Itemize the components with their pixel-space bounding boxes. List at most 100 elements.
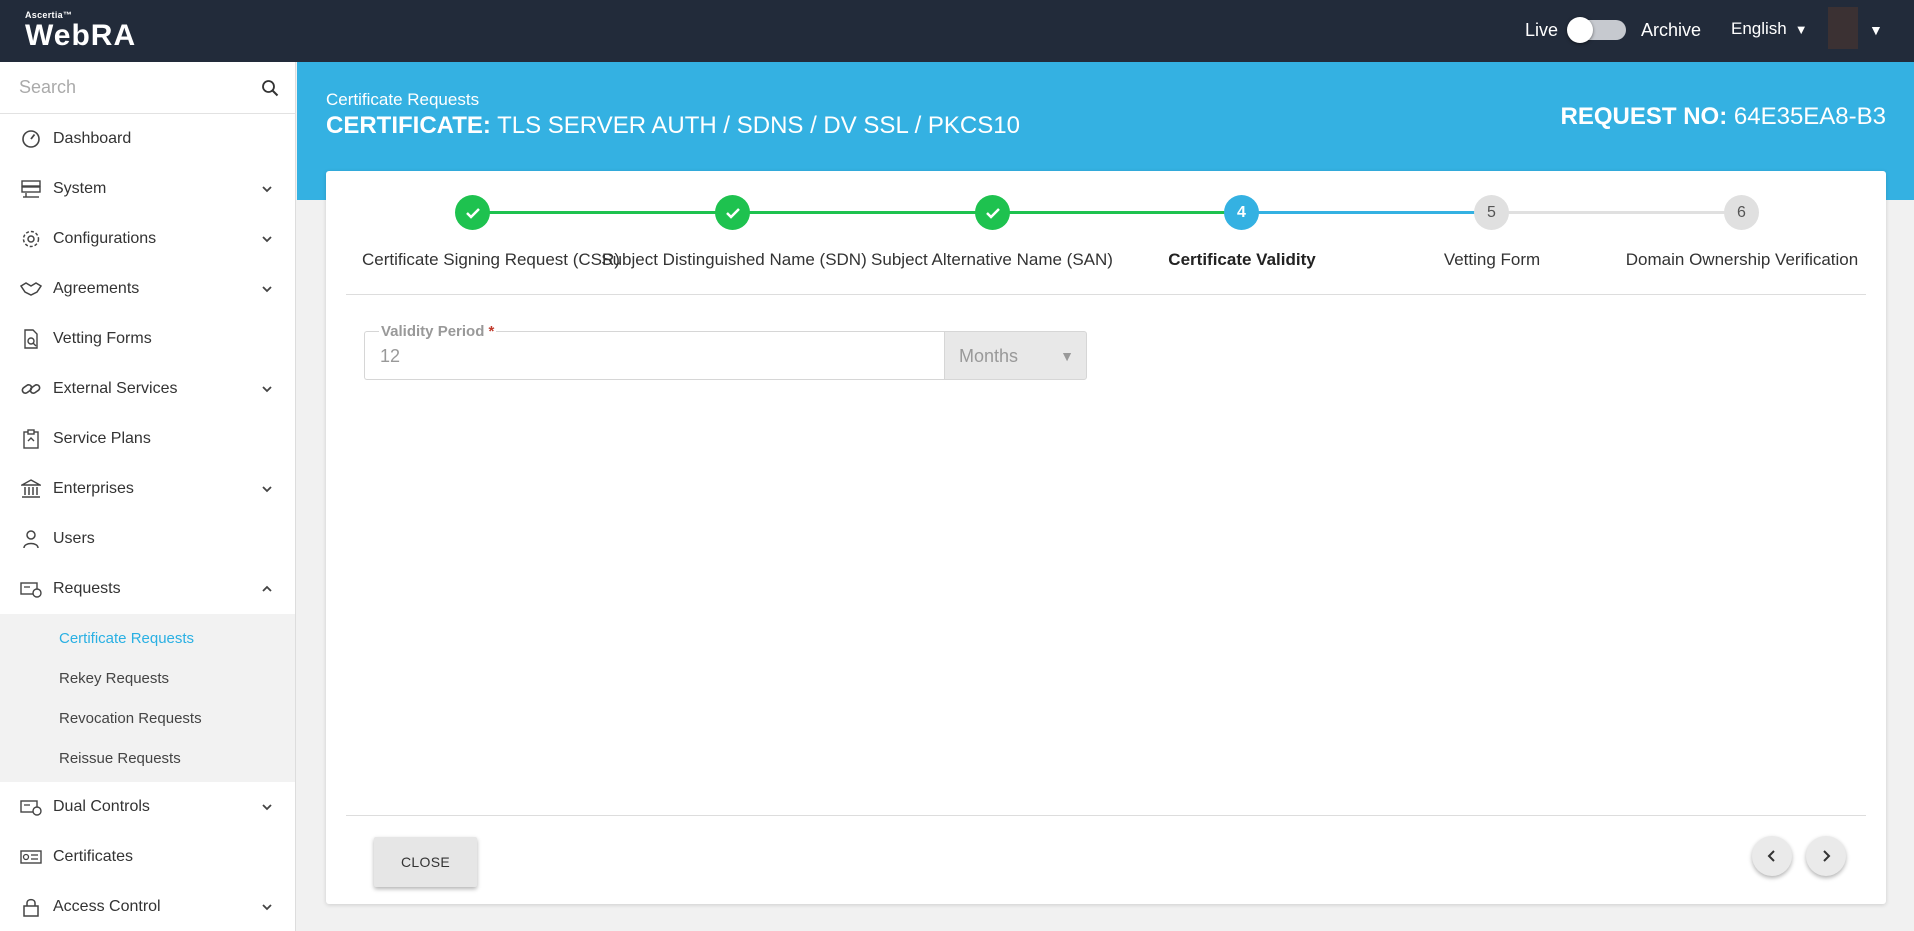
check-icon: [465, 207, 480, 219]
step-6-circle[interactable]: 6: [1724, 195, 1759, 230]
sidebar-item-label: Configurations: [53, 230, 157, 247]
sidebar-item-configurations[interactable]: Configurations: [0, 214, 295, 264]
chevron-down-icon: [262, 804, 272, 811]
breadcrumb[interactable]: Certificate Requests: [326, 90, 479, 110]
step-4-label: Certificate Validity: [1168, 250, 1316, 269]
language-selector[interactable]: English ▼: [1731, 19, 1808, 39]
sidebar-item-label: Vetting Forms: [53, 330, 152, 347]
sidebar-item-access-control[interactable]: Access Control: [0, 882, 295, 931]
language-label: English: [1731, 19, 1787, 38]
required-asterisk: *: [488, 323, 495, 340]
sidebar-item-label: Users: [53, 530, 95, 547]
sidebar-item-label: Access Control: [53, 898, 161, 915]
sidebar-item-service-plans[interactable]: Service Plans: [0, 414, 295, 464]
step-connector: [992, 211, 1242, 214]
wizard-stepper: 4 5 6 Certificate Signing Request (CSR) …: [326, 171, 1886, 296]
chevron-left-icon: [1767, 850, 1775, 862]
validity-period-field: 12 Months ▼ Validity Period *: [364, 320, 1087, 380]
step-connector: [1242, 211, 1492, 214]
sidebar: Dashboard System Configurations Agreemen…: [0, 62, 296, 931]
toggle-knob: [1567, 17, 1594, 43]
sidebar-item-label: Requests: [53, 580, 121, 597]
clipboard-icon: [20, 428, 42, 450]
validity-period-label: Validity Period *: [379, 323, 497, 340]
sidebar-item-label: Agreements: [53, 280, 140, 297]
sidebar-item-dashboard[interactable]: Dashboard: [0, 114, 295, 164]
step-6-label: Domain Ownership Verification: [1625, 250, 1859, 269]
sidebar-item-dual-controls[interactable]: Dual Controls: [0, 782, 295, 832]
sidebar-subitem-rekey-requests[interactable]: Rekey Requests: [0, 658, 295, 698]
webra-logo[interactable]: Ascertia™ WebRA: [25, 10, 136, 52]
step-2-check[interactable]: [715, 195, 750, 230]
chevron-right-icon: [1823, 850, 1831, 862]
live-archive-switch: Live Archive: [1525, 17, 1701, 43]
chevron-down-icon: [262, 286, 272, 293]
sidebar-item-agreements[interactable]: Agreements: [0, 264, 295, 314]
step-5-circle[interactable]: 5: [1474, 195, 1509, 230]
sidebar-item-enterprises[interactable]: Enterprises: [0, 464, 295, 514]
search-input[interactable]: [19, 62, 259, 112]
step-2-label: Subject Distinguished Name (SDN): [601, 250, 867, 269]
bank-icon: [20, 478, 42, 500]
step-1-check[interactable]: [455, 195, 490, 230]
mode-live-label: Live: [1525, 19, 1559, 40]
sidebar-item-system[interactable]: System: [0, 164, 295, 214]
step-1-label: Certificate Signing Request (CSR): [362, 250, 620, 269]
chevron-up-icon: [262, 585, 272, 592]
sidebar-item-external-services[interactable]: External Services: [0, 364, 295, 414]
server-icon: [20, 178, 42, 200]
close-button[interactable]: CLOSE: [374, 837, 477, 887]
sidebar-item-requests[interactable]: Requests: [0, 564, 295, 614]
sidebar-subitem-certificate-requests[interactable]: Certificate Requests: [0, 618, 295, 658]
mode-archive-label: Archive: [1641, 19, 1702, 40]
page-title: CERTIFICATE: TLS SERVER AUTH / SDNS / DV…: [326, 112, 1020, 140]
top-bar: Ascertia™ WebRA Live Archive English ▼ ▼: [0, 0, 1914, 62]
step-3-check[interactable]: [975, 195, 1010, 230]
step-5-label: Vetting Form: [1443, 250, 1541, 269]
sidebar-item-users[interactable]: Users: [0, 514, 295, 564]
sidebar-subitem-revocation-requests[interactable]: Revocation Requests: [0, 698, 295, 738]
page-title-prefix: CERTIFICATE:: [326, 112, 491, 139]
sidebar-subitem-reissue-requests[interactable]: Reissue Requests: [0, 738, 295, 778]
handshake-icon: [20, 278, 42, 300]
chevron-down-icon: [262, 186, 272, 193]
dual-card-icon: [20, 796, 42, 818]
user-avatar[interactable]: [1828, 7, 1858, 49]
gear-icon: [20, 228, 42, 250]
sidebar-item-label: External Services: [53, 380, 178, 397]
user-icon: [20, 528, 42, 550]
validity-unit-select[interactable]: Months ▼: [944, 331, 1087, 380]
chevron-down-icon: [262, 486, 272, 493]
sidebar-item-vetting-forms[interactable]: Vetting Forms: [0, 314, 295, 364]
stepper-divider: [346, 294, 1866, 295]
certificate-icon: [20, 846, 42, 868]
mode-toggle[interactable]: [1567, 17, 1627, 43]
check-icon: [985, 207, 1000, 219]
user-menu-caret-icon[interactable]: ▼: [1869, 22, 1883, 38]
sidebar-item-certificates[interactable]: Certificates: [0, 832, 295, 882]
previous-step-button[interactable]: [1752, 836, 1792, 876]
sidebar-item-label: Dual Controls: [53, 798, 150, 815]
page-title-value: TLS SERVER AUTH / SDNS / DV SSL / PKCS10: [497, 112, 1020, 139]
step-4-circle[interactable]: 4: [1224, 195, 1259, 230]
request-number-value: 64E35EA8-B3: [1733, 103, 1886, 130]
document-search-icon: [20, 328, 42, 350]
caret-down-icon: ▼: [1060, 348, 1074, 364]
search-icon[interactable]: [261, 79, 279, 97]
caret-down-icon: ▼: [1794, 21, 1808, 37]
wizard-card: 4 5 6 Certificate Signing Request (CSR) …: [326, 171, 1886, 904]
step-connector: [732, 211, 982, 214]
step-3-label: Subject Alternative Name (SAN): [871, 250, 1113, 269]
chevron-down-icon: [262, 236, 272, 243]
sidebar-search: [0, 62, 295, 114]
sidebar-item-label: Dashboard: [53, 130, 132, 147]
footer-divider: [346, 815, 1866, 816]
check-icon: [725, 207, 740, 219]
sidebar-item-label: Enterprises: [53, 480, 134, 497]
chevron-down-icon: [262, 904, 272, 911]
logo-brand-text: WebRA: [25, 19, 137, 52]
sidebar-item-label: Service Plans: [53, 430, 151, 447]
dashboard-icon: [20, 128, 42, 150]
next-step-button[interactable]: [1806, 836, 1846, 876]
lock-icon: [20, 896, 42, 918]
